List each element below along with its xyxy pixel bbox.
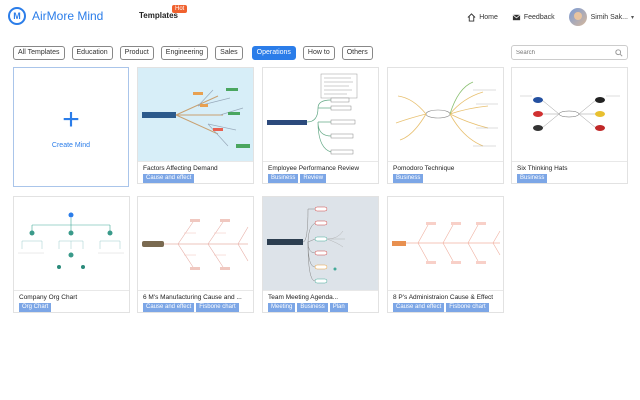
chevron-down-icon[interactable]: ▾: [631, 14, 634, 21]
plus-icon: +: [62, 102, 80, 136]
template-card-8ps-administraion[interactable]: 8 P's Administraion Cause & Effect Cause…: [387, 196, 504, 313]
feedback-icon: [512, 14, 521, 20]
card-title: Pomodoro Technique: [393, 165, 455, 172]
user-name[interactable]: Simih Sak...: [591, 14, 628, 21]
card-tag[interactable]: Review: [300, 174, 327, 183]
home-link[interactable]: Home: [467, 12, 498, 22]
template-card-six-thinking-hats[interactable]: Six Thinking Hats Business: [511, 67, 628, 184]
card-tag[interactable]: Fisbone chart: [196, 303, 239, 312]
filter-engineering[interactable]: Engineering: [160, 46, 209, 60]
filter-all-templates[interactable]: All Templates: [13, 46, 65, 60]
template-thumbnail: [388, 197, 503, 291]
filter-operations[interactable]: Operations: [251, 46, 296, 60]
template-card-factors-affecting-demand[interactable]: Factors Affecting Demand Cause and effec…: [137, 67, 254, 184]
card-tag[interactable]: Business: [297, 303, 328, 312]
template-thumbnail: [512, 68, 627, 162]
card-tag[interactable]: Cause and effect: [143, 303, 195, 312]
template-thumbnail: [138, 197, 253, 291]
app-name: AirMore Mind: [32, 9, 104, 23]
template-card-company-org-chart[interactable]: Company Org Chart Org Chart: [13, 196, 130, 313]
template-thumbnail: [263, 197, 378, 291]
card-title: 6 M's Manufacturing Cause and ...: [143, 294, 242, 301]
filter-product[interactable]: Product: [119, 46, 154, 60]
card-title: Company Org Chart: [19, 294, 78, 301]
card-tag[interactable]: Cause and effect: [143, 174, 195, 183]
template-card-employee-performance-review[interactable]: Employee Performance Review Business Rev…: [262, 67, 379, 184]
template-thumbnail: [14, 197, 129, 291]
card-tag[interactable]: Meeting: [268, 303, 296, 312]
template-card-team-meeting-agenda[interactable]: Team Meeting Agenda... Meeting Business …: [262, 196, 379, 313]
card-tag[interactable]: Cause and effect: [393, 303, 445, 312]
template-thumbnail: [388, 68, 503, 162]
card-title: Employee Performance Review: [268, 165, 360, 172]
filter-others[interactable]: Others: [341, 46, 373, 60]
template-thumbnail: [263, 68, 378, 162]
card-tag[interactable]: Business: [393, 174, 424, 183]
create-mind-card[interactable]: + Create Mind: [13, 67, 129, 187]
search-input[interactable]: [516, 49, 611, 56]
filter-sales[interactable]: Sales: [215, 46, 243, 60]
card-tag[interactable]: Fisbone chart: [446, 303, 489, 312]
filter-how-to[interactable]: How to: [302, 46, 335, 60]
search-icon[interactable]: [615, 48, 623, 57]
card-title: 8 P's Administraion Cause & Effect: [393, 294, 494, 301]
card-tag[interactable]: Business: [517, 174, 548, 183]
feedback-link[interactable]: Feedback: [512, 13, 555, 22]
hot-badge: Hot: [172, 5, 188, 13]
card-tag[interactable]: Org Chart: [19, 303, 52, 312]
home-label: Home: [479, 13, 498, 21]
filter-education[interactable]: Education: [71, 46, 113, 60]
card-tag[interactable]: Business: [268, 174, 299, 183]
card-title: Six Thinking Hats: [517, 165, 568, 172]
header: M AirMore Mind Templates Hot Home Feedba…: [0, 0, 640, 34]
avatar[interactable]: [568, 8, 587, 26]
category-filters: All Templates Education Product Engineer…: [13, 46, 380, 60]
search-box[interactable]: [511, 45, 628, 60]
card-title: Factors Affecting Demand: [143, 165, 218, 172]
feedback-label: Feedback: [523, 13, 555, 21]
template-thumbnail: [138, 68, 253, 162]
card-title: Team Meeting Agenda...: [268, 294, 339, 301]
airmore-logo-icon: M: [8, 7, 26, 25]
template-card-pomodoro-technique[interactable]: Pomodoro Technique Business: [387, 67, 504, 184]
card-tag[interactable]: Plan: [329, 303, 348, 312]
logo[interactable]: M AirMore Mind: [8, 7, 103, 25]
create-mind-label: Create Mind: [51, 141, 91, 149]
home-icon: [467, 12, 476, 22]
template-card-6ms-manufacturing[interactable]: 6 M's Manufacturing Cause and ... Cause …: [137, 196, 254, 313]
